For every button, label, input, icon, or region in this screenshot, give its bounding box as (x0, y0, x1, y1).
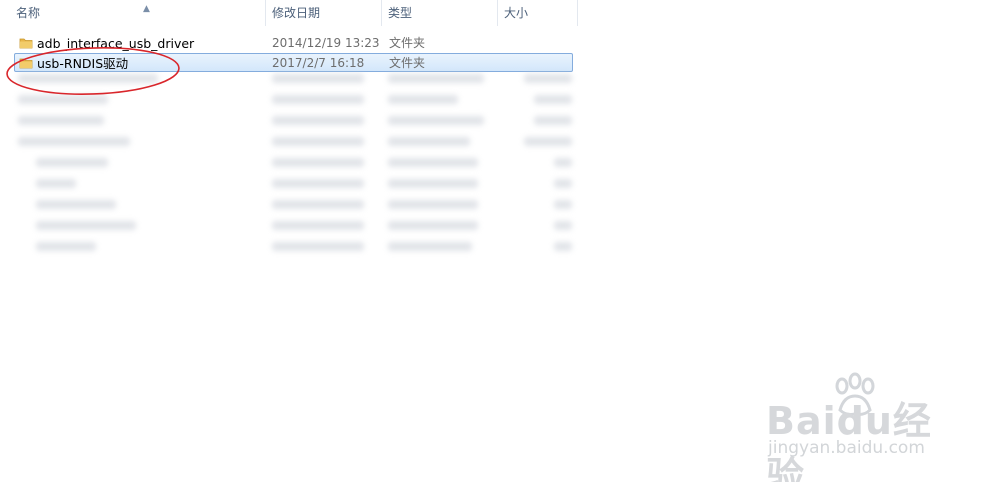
baidu-jingyan-watermark: Baidu经验 jingyan.baidu.com (758, 370, 958, 482)
column-header-type[interactable]: 类型 (382, 0, 498, 26)
column-header-type-label: 类型 (388, 6, 413, 20)
column-header-size[interactable]: 大小 (498, 0, 578, 26)
sort-ascending-icon: ▲ (143, 4, 150, 14)
column-header-name[interactable]: 名称 ▲ (10, 0, 266, 26)
column-header-date-label: 修改日期 (272, 6, 321, 20)
file-type: 文件夹 (389, 36, 426, 50)
watermark-url-text: jingyan.baidu.com (768, 438, 925, 458)
column-header-name-label: 名称 (16, 6, 41, 20)
file-date: 2014/12/19 13:23 (272, 36, 380, 50)
column-header-row: 名称 ▲ 修改日期 类型 大小 (0, 0, 578, 26)
red-circle-annotation (6, 47, 180, 95)
blurred-file-rows (14, 70, 579, 265)
file-explorer-window: 名称 ▲ 修改日期 类型 大小 adb_interface_usb_driver… (0, 0, 1000, 482)
watermark-brand-text: Baidu经验 (766, 399, 932, 482)
column-header-date-modified[interactable]: 修改日期 (266, 0, 382, 26)
column-header-size-label: 大小 (504, 6, 529, 20)
